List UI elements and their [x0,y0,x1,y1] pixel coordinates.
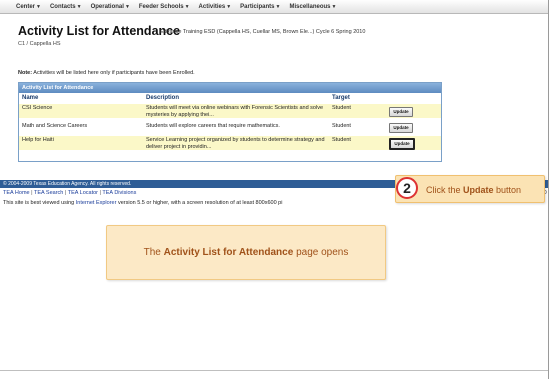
top-nav: Center▼ Contacts▼ Operational▼ Feeder Sc… [0,0,548,14]
browser-note-suffix: version 5.5 or higher, with a screen res… [116,200,283,206]
row-name: Help for Haiti [22,137,54,143]
column-header-target: Target [332,95,350,101]
result-suffix: page opens [293,247,349,258]
column-header-name: Name [22,95,39,101]
row-target: Student [332,123,351,129]
step-prefix: Click the [426,185,464,195]
table-row: Math and Science Careers Students will e… [19,120,441,134]
enrollment-note: Note: Activities will be listed here onl… [18,70,195,76]
row-name: Math and Science Careers [22,123,88,129]
step-instruction: Click the Update button [426,185,521,195]
title-context: Edvance Training ESD (Cappella HS, Cuell… [160,29,366,35]
caret-down-icon: ▼ [36,3,41,10]
nav-label: Operational [90,3,124,10]
nav-feeder-schools[interactable]: Feeder Schools▼ [139,4,190,10]
update-button[interactable]: Update [389,107,413,117]
caret-down-icon: ▼ [76,3,82,10]
nav-participants[interactable]: Participants▼ [240,4,280,10]
nav-miscellaneous[interactable]: Miscellaneous▼ [289,4,336,10]
nav-label: Miscellaneous [289,3,331,10]
nav-label: Center [16,3,36,10]
step-callout: 2 Click the Update button [395,175,545,203]
caret-down-icon: ▼ [184,3,190,10]
row-description: Service Learning project organized by st… [146,137,325,150]
link-tea-search[interactable]: TEA Search [34,190,63,196]
update-button[interactable]: Update [389,138,415,150]
nav-contacts[interactable]: Contacts▼ [50,4,82,10]
link-tea-divisions[interactable]: TEA Divisions [102,190,136,196]
table-row: Help for Haiti Service Learning project … [19,136,441,150]
link-tea-home[interactable]: TEA Home [3,190,30,196]
browser-note: This site is best viewed using Internet … [3,200,282,206]
nav-center[interactable]: Center▼ [16,4,41,10]
row-description: Students will meet via online webinars w… [146,105,323,118]
result-callout: The Activity List for Attendance page op… [106,225,386,280]
caret-down-icon: ▼ [124,3,130,10]
link-tea-locator[interactable]: TEA Locator [68,190,98,196]
nav-activities[interactable]: Activities▼ [199,4,232,10]
update-button[interactable]: Update [389,123,413,133]
breadcrumb: C1 / Cappella HS [18,41,61,47]
note-text: Activities will be listed here only if p… [33,70,195,76]
row-target: Student [332,137,351,143]
row-name: CSI Science [22,105,53,111]
divider [0,370,548,371]
step-suffix: button [493,185,522,195]
column-header-description: Description [146,95,180,101]
nav-label: Activities [198,3,226,10]
step-bold: Update [463,185,494,195]
table-row: CSI Science Students will meet via onlin… [19,104,441,118]
internet-explorer-link[interactable]: Internet Explorer [76,200,117,206]
result-prefix: The [143,247,164,258]
browser-note-prefix: This site is best viewed using [3,200,76,206]
row-target: Student [332,105,351,111]
nav-operational[interactable]: Operational▼ [91,4,130,10]
nav-label: Contacts [49,3,76,10]
page-title: Activity List for Attendance [18,24,181,38]
step-number-badge: 2 [396,177,418,199]
row-description: Students will explore careers that requi… [146,123,280,129]
result-message: The Activity List for Attendance page op… [107,247,385,258]
note-label: Note: [18,70,33,76]
activity-table: Activity List for Attendance Name Descri… [18,82,442,162]
result-bold: Activity List for Attendance [163,247,294,258]
caret-down-icon: ▼ [331,3,337,10]
nav-label: Participants [240,3,275,10]
caret-down-icon: ▼ [226,3,232,10]
caret-down-icon: ▼ [275,3,281,10]
footer-links: TEA Home | TEA Search | TEA Locator | TE… [3,190,136,196]
nav-label: Feeder Schools [138,3,184,10]
table-title: Activity List for Attendance [19,83,441,93]
